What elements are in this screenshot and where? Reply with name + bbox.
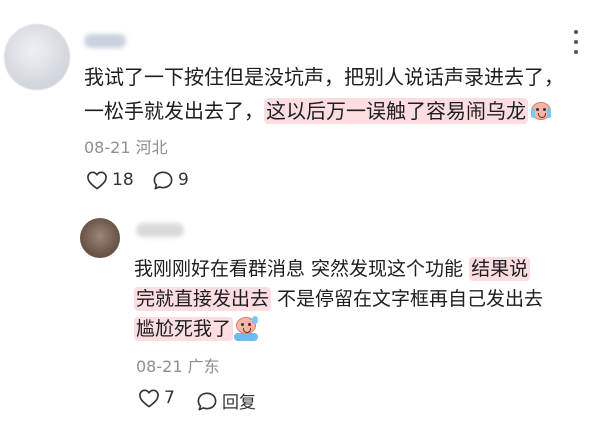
like-count: 18	[112, 170, 134, 190]
commenter-avatar[interactable]	[4, 24, 70, 90]
comment-text-plain: 一松手就发出去了，	[84, 99, 264, 123]
heart-outline-icon	[139, 389, 159, 408]
reply-label: 回复	[222, 393, 256, 413]
commenter-username-blurred[interactable]	[84, 34, 126, 48]
replier-username-blurred[interactable]	[136, 223, 184, 237]
comment-text-line-1: 我试了一下按住但是没坑声，把别人说话声录进去了，	[84, 65, 564, 89]
reply-text-plain: 我刚刚好在看群消息 突然发现这个功能	[134, 258, 470, 280]
like-count: 7	[164, 388, 175, 408]
like-button[interactable]: 7	[138, 388, 175, 408]
reply-text-highlight: 结果说	[469, 257, 531, 281]
reply-button[interactable]: 回复	[196, 388, 256, 413]
comment-text-highlight: 这以后万一误触了容易闹乌龙	[264, 98, 528, 124]
more-options-icon[interactable]	[574, 30, 578, 54]
heart-outline-icon	[87, 171, 107, 190]
comment-date-location: 08-21 河北	[84, 138, 168, 157]
reply-text-line-2: 完就直接发出去 不是停留在文字框再自己发出去	[134, 282, 543, 316]
reply-text-highlight: 完就直接发出去	[134, 287, 272, 311]
reply-text-plain: 不是停留在文字框再自己发出去	[271, 288, 544, 310]
comment-bubble-icon	[197, 391, 217, 410]
reply-date-location: 08-21 广东	[136, 357, 220, 376]
reply-text-highlight: 尴尬死我了	[134, 317, 234, 341]
like-button[interactable]: 18	[86, 170, 134, 190]
comment-text-line-2: 一松手就发出去了， 这以后万一误触了容易闹乌龙	[84, 94, 552, 128]
crying-face-emoji-icon	[530, 100, 552, 122]
comment-button[interactable]: 9	[152, 170, 189, 190]
comment-bubble-icon	[153, 171, 173, 190]
reply-text-line-1: 我刚刚好在看群消息 突然发现这个功能 结果说	[134, 252, 531, 286]
reply-text-line-3: 尴尬死我了	[134, 312, 259, 346]
sweating-face-emoji-icon	[234, 316, 259, 341]
comment-count: 9	[178, 170, 189, 190]
replier-avatar[interactable]	[80, 218, 120, 258]
